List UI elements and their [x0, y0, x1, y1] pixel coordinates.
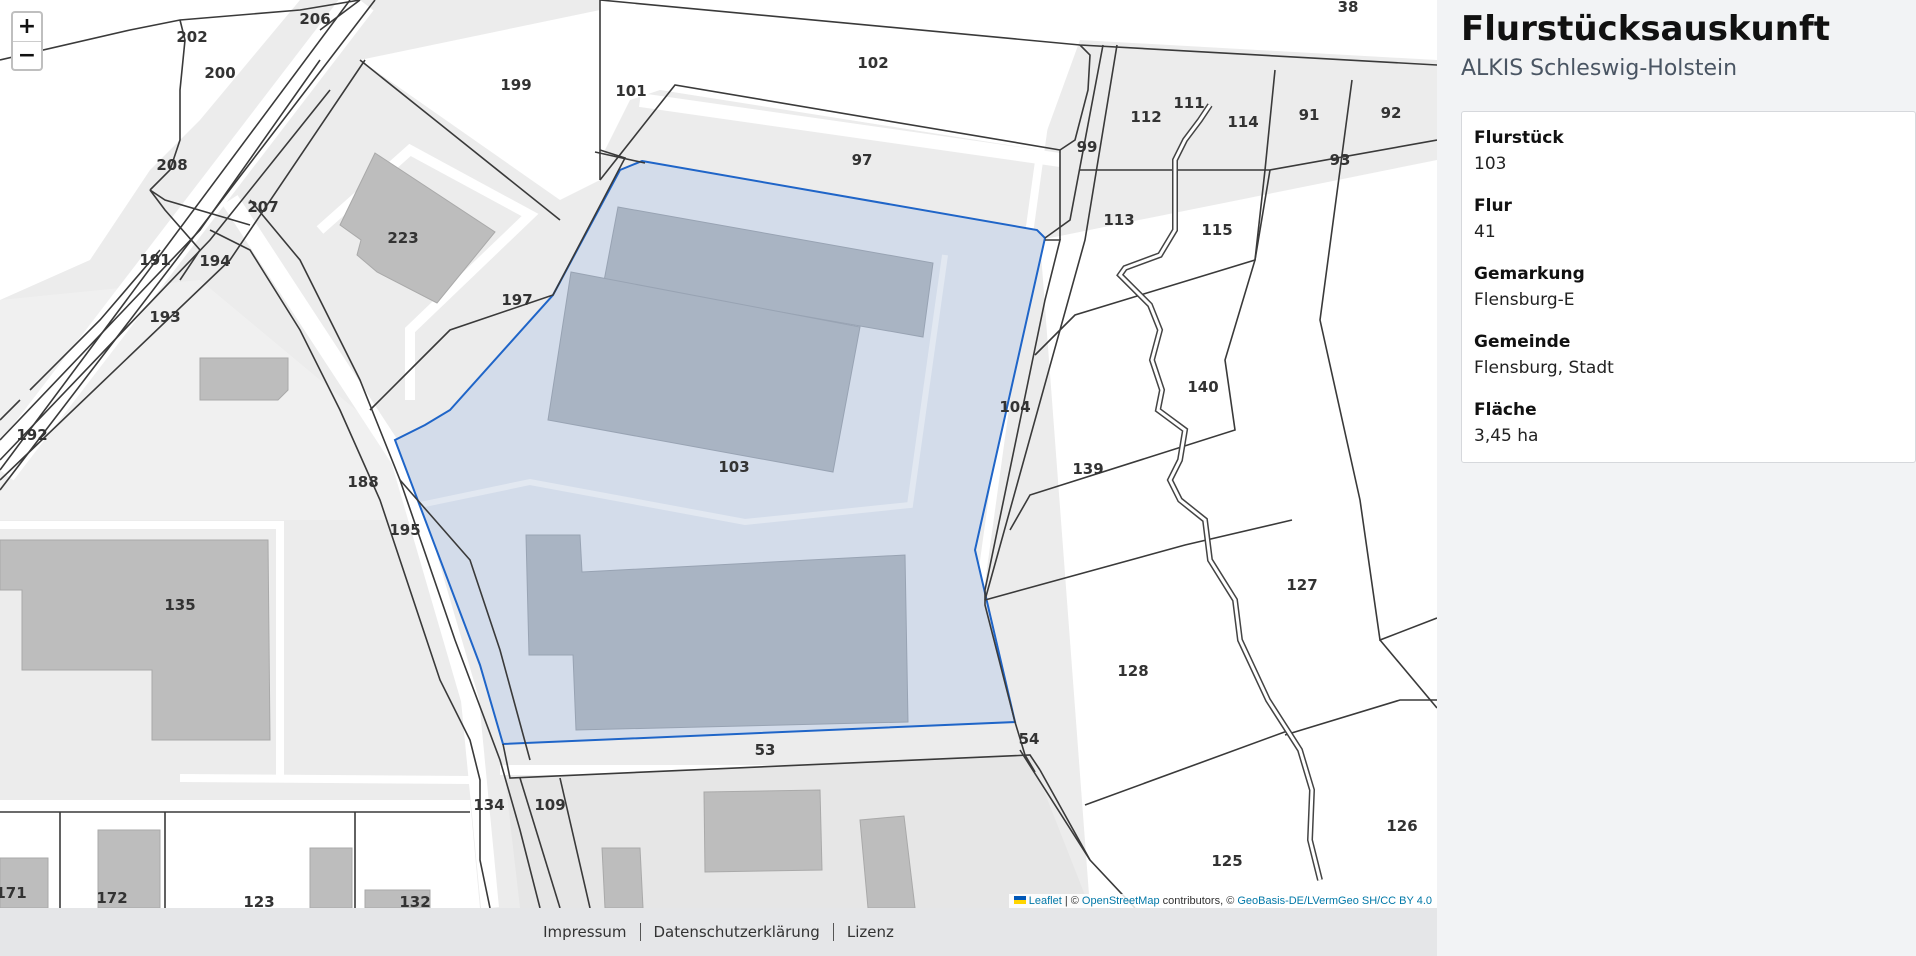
parcel-label: 112: [1130, 108, 1161, 126]
lizenz-link[interactable]: Lizenz: [834, 923, 907, 941]
attribution-text: | ©: [1061, 895, 1082, 907]
parcel-label: 113: [1103, 211, 1134, 229]
parcel-label: 109: [534, 796, 565, 814]
parcel-area-east: [1040, 160, 1437, 908]
parcel-label: 111: [1173, 94, 1204, 112]
parcel-label: 101: [615, 82, 646, 100]
parcel-label: 93: [1330, 151, 1351, 169]
info-sidebar: Flurstücksauskunft ALKIS Schleswig-Holst…: [1437, 0, 1916, 956]
page-title: Flurstücksauskunft: [1461, 9, 1831, 49]
zoom-control: + −: [11, 11, 43, 71]
cadastral-map[interactable]: 206 202 200 208 191 194 193 192 207 223 …: [0, 0, 1437, 908]
parcel-label: 199: [500, 76, 531, 94]
zoom-out-button[interactable]: −: [13, 41, 41, 69]
parcel-label: 123: [243, 893, 274, 908]
impressum-link[interactable]: Impressum: [530, 923, 639, 941]
field-label: Gemeinde: [1474, 332, 1571, 352]
field-value: Flensburg-E: [1474, 290, 1575, 310]
parcel-label: 172: [96, 889, 127, 907]
map-view[interactable]: 206 202 200 208 191 194 193 192 207 223 …: [0, 0, 1437, 908]
parcel-label: 202: [176, 28, 207, 46]
parcel-label: 115: [1201, 221, 1232, 239]
parcel-label: 193: [149, 308, 180, 326]
parcel-label: 223: [387, 229, 418, 247]
parcel-label: 208: [156, 156, 187, 174]
parcel-label: 195: [389, 521, 420, 539]
parcel-label: 139: [1072, 460, 1103, 478]
parcel-label: 171: [0, 884, 27, 902]
parcel-label: 53: [755, 741, 776, 759]
datenschutz-link[interactable]: Datenschutzerklärung: [641, 923, 833, 941]
parcel-label: 54: [1019, 730, 1040, 748]
parcel-label: 125: [1211, 852, 1242, 870]
parcel-label: 140: [1187, 378, 1218, 396]
parcel-label: 103: [718, 458, 749, 476]
ukraine-flag-icon: [1013, 896, 1026, 904]
zoom-in-button[interactable]: +: [13, 13, 41, 41]
parcel-label: 200: [204, 64, 235, 82]
field-value: 3,45 ha: [1474, 426, 1539, 446]
parcel-label: 38: [1338, 0, 1359, 16]
parcel-label: 188: [347, 473, 378, 491]
openstreetmap-link[interactable]: OpenStreetMap: [1082, 895, 1160, 907]
parcel-info-card: Flurstück 103 Flur 41 Gemarkung Flensbur…: [1461, 111, 1916, 463]
field-value: 103: [1474, 154, 1507, 174]
parcel-label: 102: [857, 54, 888, 72]
parcel-area-north: [600, 0, 1437, 160]
map-attribution: Leaflet | © OpenStreetMap contributors, …: [1008, 894, 1437, 908]
footer: Impressum Datenschutzerklärung Lizenz: [0, 908, 1437, 956]
parcel-label: 114: [1227, 113, 1258, 131]
parcel-label: 192: [16, 426, 47, 444]
field-label: Flur: [1474, 196, 1512, 216]
parcel-label: 135: [164, 596, 195, 614]
parcel-label: 206: [299, 10, 330, 28]
leaflet-link[interactable]: Leaflet: [1029, 895, 1062, 907]
parcel-label: 97: [852, 151, 873, 169]
field-label: Gemarkung: [1474, 264, 1585, 284]
field-value: 41: [1474, 222, 1496, 242]
road-west-south: [179, 774, 471, 784]
parcel-label: 126: [1386, 817, 1417, 835]
page-subtitle: ALKIS Schleswig-Holstein: [1461, 56, 1738, 81]
geobasis-link[interactable]: GeoBasis-DE/LVermGeo SH/CC BY 4.0: [1237, 895, 1432, 907]
field-label: Flurstück: [1474, 128, 1564, 148]
parcel-label: 191: [139, 251, 170, 269]
field-label: Fläche: [1474, 400, 1537, 420]
parcel-label: 194: [199, 252, 230, 270]
parcel-label: 91: [1299, 106, 1320, 124]
field-value: Flensburg, Stadt: [1474, 358, 1614, 378]
parcel-label: 99: [1077, 138, 1098, 156]
parcel-label: 197: [501, 291, 532, 309]
parcel-label: 134: [473, 796, 504, 814]
parcel-label: 127: [1286, 576, 1317, 594]
parcel-label: 92: [1381, 104, 1402, 122]
attribution-text: contributors, ©: [1159, 895, 1238, 907]
parcel-label: 104: [999, 398, 1030, 416]
parcel-label: 128: [1117, 662, 1148, 680]
parcel-label: 207: [247, 198, 278, 216]
parcel-label: 132: [399, 893, 430, 908]
